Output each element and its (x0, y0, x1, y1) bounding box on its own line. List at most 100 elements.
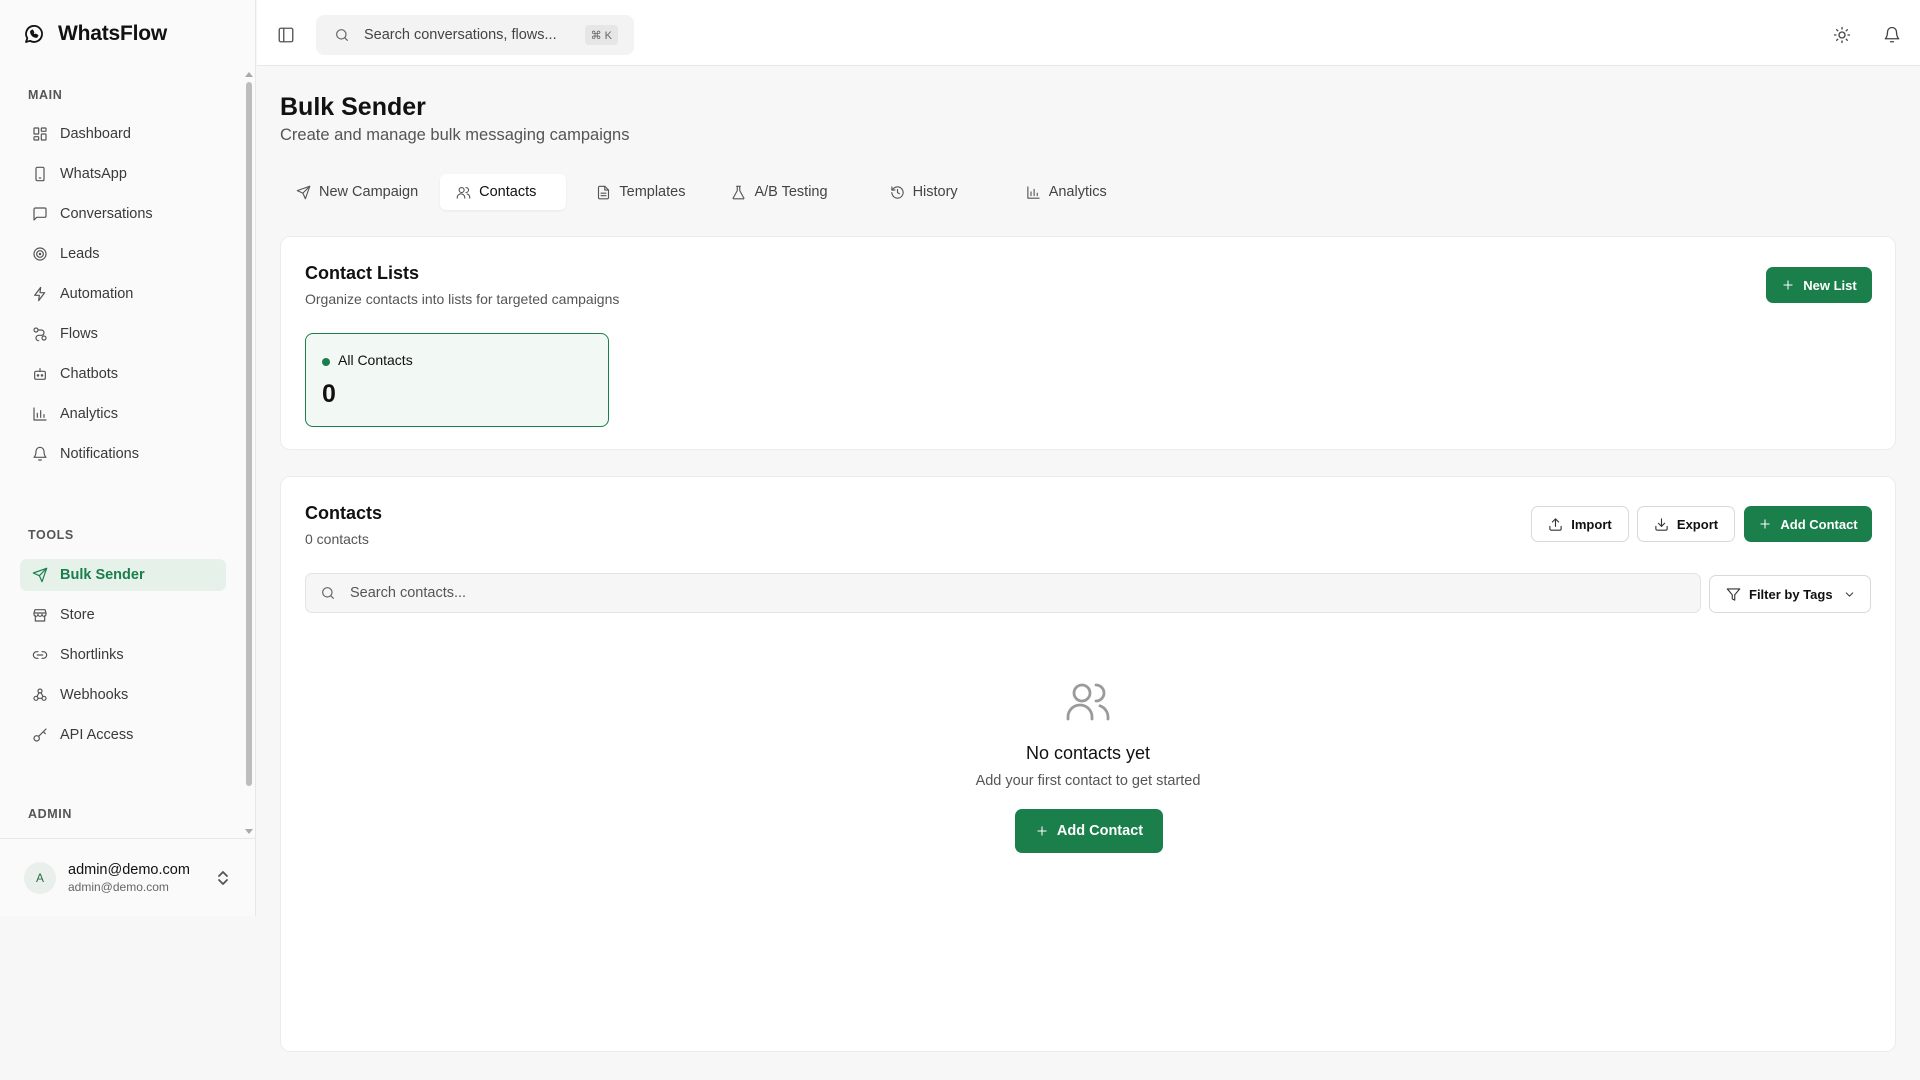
plus-icon (1781, 278, 1795, 292)
page-title: Bulk Sender (280, 93, 426, 121)
filter-by-tags-button[interactable]: Filter by Tags (1709, 575, 1871, 613)
scroll-down-arrow[interactable] (245, 829, 253, 834)
contact-lists-subtitle: Organize contacts into lists for targete… (305, 291, 620, 307)
contact-search-field[interactable] (305, 573, 1701, 613)
smartphone-icon (32, 166, 48, 182)
sidebar-item-leads[interactable]: Leads (20, 238, 226, 270)
topbar: Search conversations, flows... ⌘ K (257, 0, 1920, 66)
list-status-dot (322, 358, 330, 366)
search-icon (334, 27, 350, 43)
export-label: Export (1676, 516, 1719, 532)
history-icon (890, 185, 905, 200)
sidebar-item-whatsapp[interactable]: WhatsApp (20, 158, 226, 190)
tab-label: History (912, 184, 958, 200)
sidebar-item-store[interactable]: Store (20, 599, 226, 631)
sidebar-scrollbar[interactable] (246, 82, 252, 786)
sidebar-item-chatbots[interactable]: Chatbots (20, 358, 226, 390)
global-search-placeholder: Search conversations, flows... (364, 27, 557, 43)
user-email: admin@demo.com (68, 879, 169, 894)
contact-list-card[interactable]: All Contacts 0 (305, 333, 609, 427)
add-contact-button[interactable]: Add Contact (1744, 506, 1872, 542)
tab-ab-testing[interactable]: A/B Testing (715, 174, 873, 210)
sidebar-item-label: WhatsApp (60, 166, 127, 182)
bell-icon (32, 446, 48, 462)
contacts-title: Contacts (305, 503, 383, 523)
tab-contacts[interactable]: Contacts (440, 174, 567, 210)
sidebar-item-dashboard[interactable]: Dashboard (20, 118, 226, 150)
sidebar-item-webhooks[interactable]: Webhooks (20, 679, 226, 711)
tab-templates[interactable]: Templates (580, 174, 715, 210)
key-icon (32, 727, 48, 743)
sidebar-toggle-icon[interactable] (277, 26, 295, 44)
tab-new-campaign[interactable]: New Campaign (280, 174, 434, 210)
link-icon (32, 647, 48, 663)
chat-icon (32, 206, 48, 222)
sidebar-item-label: Chatbots (60, 366, 119, 382)
tab-label: Contacts (479, 184, 537, 200)
tab-bar: New Campaign Contacts Templates A/B Test… (280, 174, 1123, 210)
contact-search-input[interactable] (350, 585, 1650, 601)
sidebar-item-bulk-sender[interactable]: Bulk Sender (20, 559, 226, 591)
sidebar-item-conversations[interactable]: Conversations (20, 198, 226, 230)
sidebar-item-label: Dashboard (60, 126, 131, 142)
contact-lists-card: Contact Lists Organize contacts into lis… (280, 236, 1896, 450)
notifications-bell-icon[interactable] (1883, 26, 1901, 44)
tab-label: A/B Testing (754, 184, 828, 200)
sidebar-item-shortlinks[interactable]: Shortlinks (20, 639, 226, 671)
users-icon (456, 185, 471, 200)
sidebar-item-label: API Access (60, 727, 134, 743)
sidebar: WhatsFlow MAIN Dashboard WhatsApp Conver… (0, 0, 256, 916)
export-button[interactable]: Export (1637, 506, 1735, 542)
tab-analytics[interactable]: Analytics (1010, 174, 1123, 210)
contact-list-count: 0 (322, 380, 336, 408)
scroll-up-arrow[interactable] (245, 72, 253, 77)
tools-nav: Bulk Sender Store Shortlinks Webhooks AP… (20, 559, 226, 759)
new-list-button[interactable]: New List (1766, 267, 1872, 303)
tab-history[interactable]: History (874, 174, 1010, 210)
contact-list-name: All Contacts (338, 352, 413, 368)
dashboard-icon (32, 126, 48, 142)
filter-icon (1726, 587, 1741, 602)
empty-add-contact-label: Add Contact (1056, 823, 1144, 839)
sidebar-item-label: Conversations (60, 206, 153, 222)
tab-label: Analytics (1048, 184, 1107, 200)
empty-add-contact-button[interactable]: Add Contact (1015, 809, 1163, 853)
global-search-input[interactable]: Search conversations, flows... ⌘ K (316, 15, 634, 55)
store-icon (32, 607, 48, 623)
upload-icon (1548, 517, 1563, 532)
search-icon (320, 585, 336, 601)
flask-icon (731, 185, 746, 200)
section-label-tools: TOOLS (28, 528, 74, 542)
import-button[interactable]: Import (1531, 506, 1629, 542)
sidebar-item-notifications[interactable]: Notifications (20, 438, 226, 470)
bar-chart-icon (32, 406, 48, 422)
tab-label: New Campaign (319, 184, 419, 200)
plus-icon (1035, 824, 1049, 838)
sidebar-item-analytics[interactable]: Analytics (20, 398, 226, 430)
bar-chart-icon (1026, 185, 1041, 200)
sidebar-item-api-access[interactable]: API Access (20, 719, 226, 751)
contact-lists-title: Contact Lists (305, 263, 420, 283)
chevron-down-icon (1843, 588, 1856, 601)
users-empty-icon (1064, 677, 1112, 725)
plus-icon (1758, 517, 1772, 531)
sidebar-item-label: Automation (60, 286, 134, 302)
download-icon (1654, 517, 1669, 532)
avatar: A (24, 861, 56, 894)
empty-state-title: No contacts yet (1025, 743, 1151, 763)
filter-label: Filter by Tags (1749, 586, 1833, 602)
sidebar-item-automation[interactable]: Automation (20, 278, 226, 310)
brand[interactable]: WhatsFlow (22, 22, 167, 46)
send-icon (296, 185, 311, 200)
section-label-main: MAIN (28, 88, 63, 102)
sidebar-item-label: Store (60, 607, 95, 623)
contacts-card: Contacts 0 contacts Import Export Add Co… (280, 476, 1896, 1052)
bot-icon (32, 366, 48, 382)
user-menu[interactable]: A admin@demo.com admin@demo.com (0, 838, 256, 916)
import-label: Import (1571, 516, 1612, 532)
sidebar-item-flows[interactable]: Flows (20, 318, 226, 350)
tab-label: Templates (619, 184, 686, 200)
lightning-icon (32, 286, 48, 302)
theme-toggle-sun-icon[interactable] (1833, 26, 1851, 44)
sidebar-item-label: Flows (60, 326, 98, 342)
